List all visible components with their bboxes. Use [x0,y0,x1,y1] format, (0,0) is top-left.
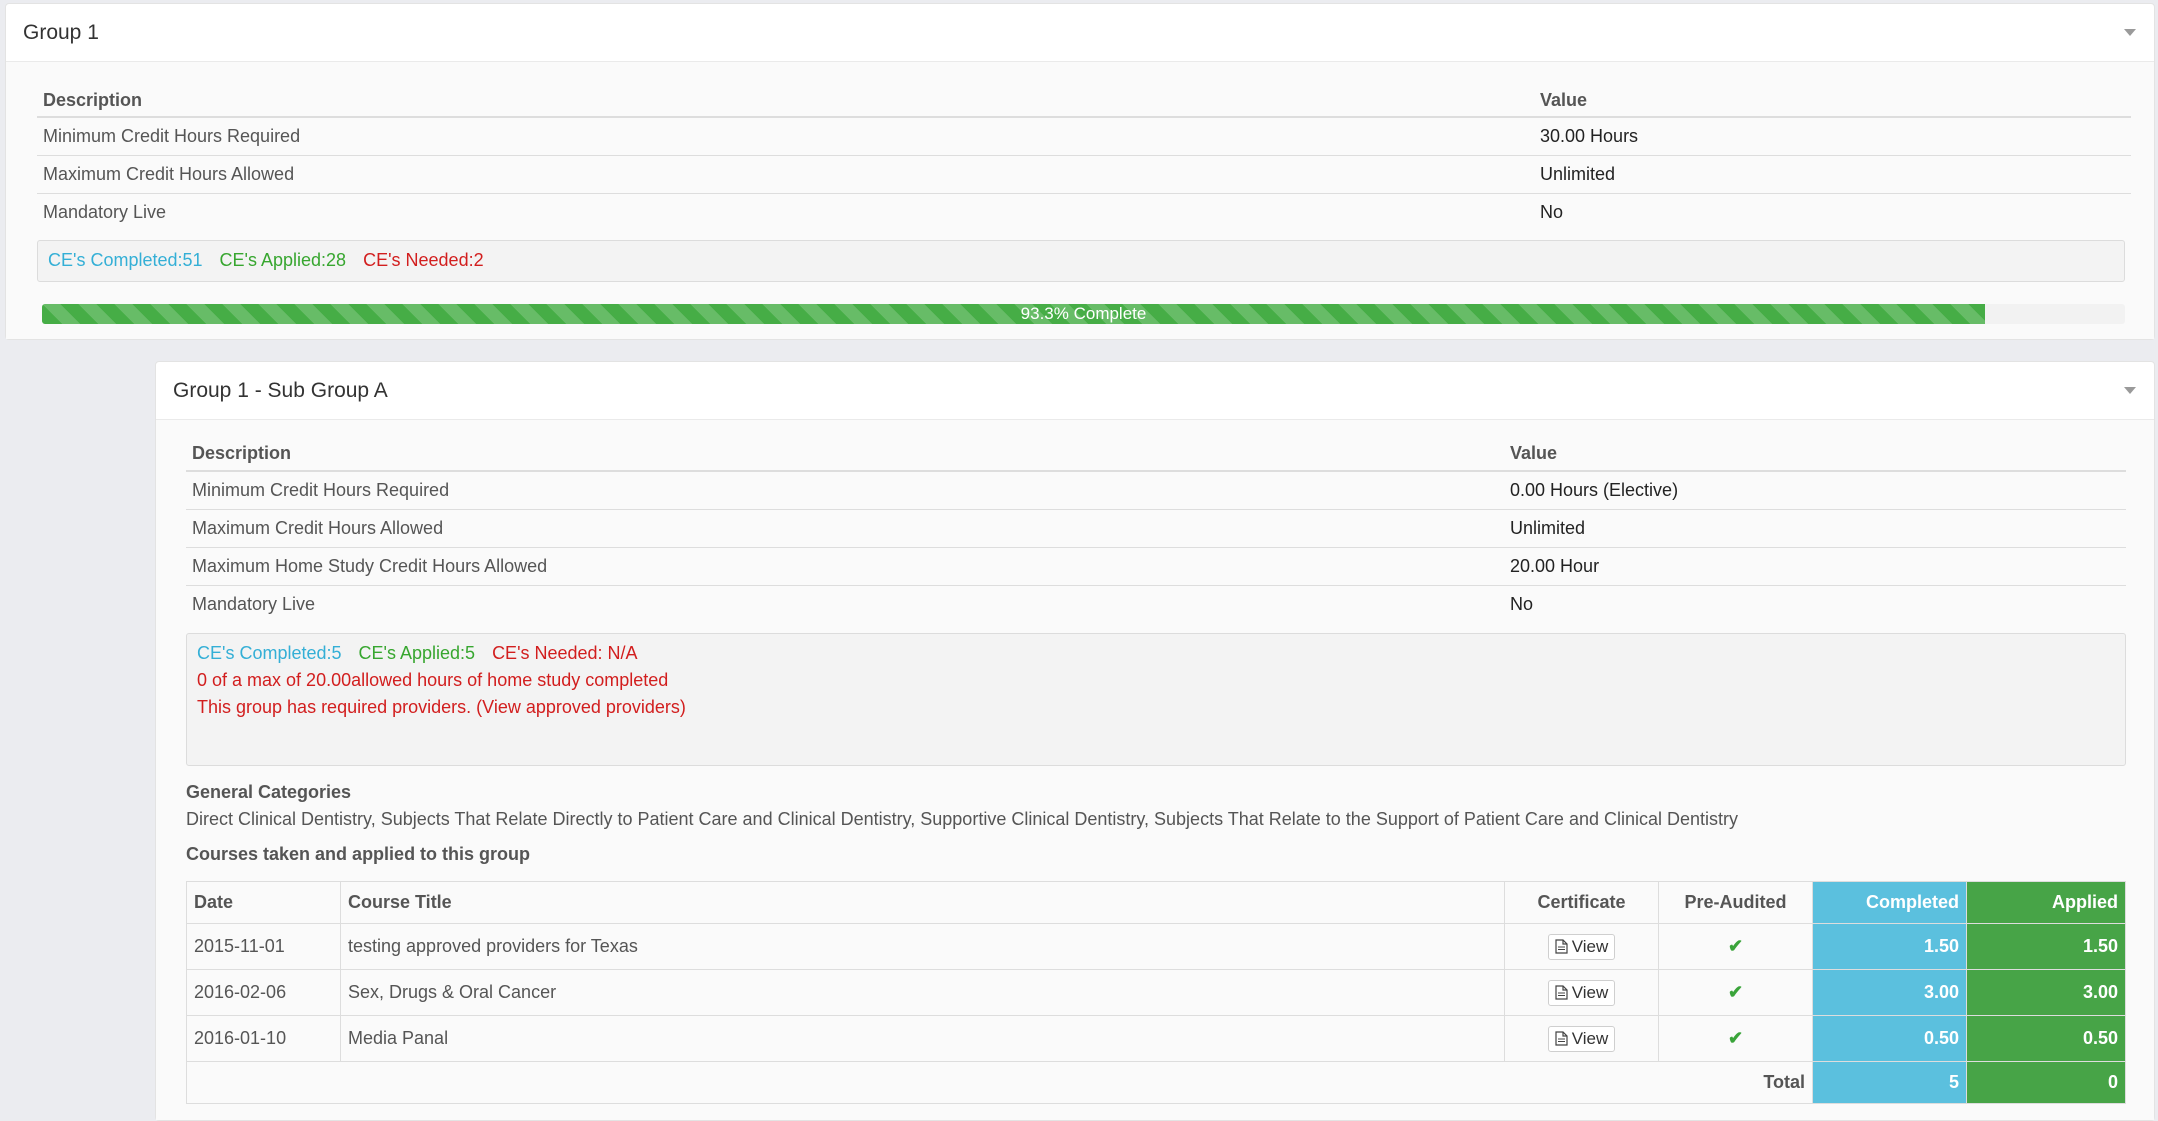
table-row: Minimum Credit Hours Required 30.00 Hour… [37,116,2131,155]
total-label: Total [186,1061,1813,1104]
completed-header: Completed [1812,881,1967,924]
total-applied: 0 [1966,1061,2126,1104]
group1-header[interactable]: Group 1 [6,4,2154,62]
certificate-cell: View [1504,923,1659,970]
courses-title: Courses taken and applied to this group [186,844,531,864]
course-date: 2016-01-10 [186,1015,341,1062]
ce-needed: CE's Needed:2 [363,250,484,270]
file-icon [1555,1031,1568,1046]
course-title-header: Course Title [340,881,1505,924]
applied-cell: 3.00 [1966,969,2126,1016]
description-header: Description [37,84,1534,118]
row-value: Unlimited [1534,154,2131,193]
chevron-down-icon[interactable] [2124,29,2136,36]
value-header: Value [1504,437,2126,472]
ce-applied: CE's Applied:5 [358,643,476,663]
subgroup-info-table: Description Value Minimum Credit Hours R… [186,437,2126,623]
applied-header: Applied [1966,881,2126,924]
check-icon: ✔ [1727,1028,1744,1048]
table-row: Maximum Credit Hours Allowed Unlimited [186,508,2126,547]
group1-info-table: Description Value Minimum Credit Hours R… [37,84,2131,231]
course-title: testing approved providers for Texas [340,923,1505,970]
applied-cell: 1.50 [1966,923,2126,970]
course-date: 2016-02-06 [186,969,341,1016]
course-title: Sex, Drugs & Oral Cancer [340,969,1505,1016]
row-description: Maximum Home Study Credit Hours Allowed [186,546,1504,585]
view-certificate-button[interactable]: View [1547,933,1616,960]
pre-audited-cell: ✔ [1658,1015,1813,1062]
row-value: No [1534,192,2131,231]
pre-audited-cell: ✔ [1658,969,1813,1016]
completed-cell: 3.00 [1812,969,1967,1016]
table-row: Mandatory Live No [37,192,2131,231]
subgroup-title: Group 1 - Sub Group A [173,378,388,402]
table-row: 2016-02-06 Sex, Drugs & Oral Cancer View… [186,969,2126,1016]
completed-cell: 1.50 [1812,923,1967,970]
subgroup-stats-box: CE's Completed:5 CE's Applied:5 CE's Nee… [186,633,2126,766]
completed-cell: 0.50 [1812,1015,1967,1062]
check-icon: ✔ [1727,982,1744,1002]
chevron-down-icon[interactable] [2124,387,2136,394]
subgroup-header[interactable]: Group 1 - Sub Group A [156,362,2154,420]
file-icon [1555,985,1568,1000]
total-completed: 5 [1812,1061,1967,1104]
total-row: Total 5 0 [186,1061,2126,1104]
file-icon [1555,939,1568,954]
subgroup-panel: Group 1 - Sub Group A Description Value … [155,361,2155,1121]
row-description: Maximum Credit Hours Allowed [186,508,1504,547]
ce-completed: CE's Completed:5 [197,643,342,663]
view-label: View [1571,1028,1609,1048]
course-date: 2015-11-01 [186,923,341,970]
applied-cell: 0.50 [1966,1015,2126,1062]
table-row: 2016-01-10 Media Panal View ✔ 0.50 0.50 [186,1015,2126,1062]
row-description: Minimum Credit Hours Required [186,470,1504,509]
table-row: 2015-11-01 testing approved providers fo… [186,923,2126,970]
row-value: No [1504,584,2126,623]
certificate-header: Certificate [1504,881,1659,924]
table-row: Mandatory Live No [186,584,2126,623]
table-row: Minimum Credit Hours Required 0.00 Hours… [186,470,2126,509]
view-label: View [1571,936,1609,956]
table-row: Maximum Home Study Credit Hours Allowed … [186,546,2126,585]
row-value: 20.00 Hour [1504,546,2126,585]
view-label: View [1571,982,1609,1002]
row-value: 0.00 Hours (Elective) [1504,470,2126,509]
home-study-note: 0 of a max of 20.00allowed hours of home… [197,670,669,690]
categories-title: General Categories [186,782,352,802]
row-value: 30.00 Hours [1534,116,2131,155]
value-header: Value [1534,84,2131,118]
progress-label: 93.3% Complete [1020,304,1147,323]
group1-panel: Group 1 Description Value Minimum Credit… [5,3,2155,340]
ce-completed: CE's Completed:51 [48,250,203,270]
group1-stats-box: CE's Completed:51 CE's Applied:28 CE's N… [37,240,2125,282]
categories-text: Direct Clinical Dentistry, Subjects That… [186,809,1739,829]
row-description: Maximum Credit Hours Allowed [37,154,1534,193]
group1-title: Group 1 [23,20,99,44]
row-value: Unlimited [1504,508,2126,547]
table-row: Maximum Credit Hours Allowed Unlimited [37,154,2131,193]
description-header: Description [186,437,1504,472]
row-description: Mandatory Live [37,192,1534,231]
ce-needed: CE's Needed: N/A [492,643,638,663]
certificate-cell: View [1504,969,1659,1016]
pre-audited-header: Pre-Audited [1658,881,1813,924]
required-providers-link[interactable]: This group has required providers. (View… [197,694,2115,721]
check-icon: ✔ [1727,936,1744,956]
view-certificate-button[interactable]: View [1547,1025,1616,1052]
view-certificate-button[interactable]: View [1547,979,1616,1006]
courses-table: Date Course Title Certificate Pre-Audite… [186,881,2126,1104]
date-header: Date [186,881,341,924]
pre-audited-cell: ✔ [1658,923,1813,970]
certificate-cell: View [1504,1015,1659,1062]
course-title: Media Panal [340,1015,1505,1062]
ce-applied: CE's Applied:28 [219,250,347,270]
row-description: Minimum Credit Hours Required [37,116,1534,155]
row-description: Mandatory Live [186,584,1504,623]
group1-progress: 93.3% Complete [42,304,2125,324]
